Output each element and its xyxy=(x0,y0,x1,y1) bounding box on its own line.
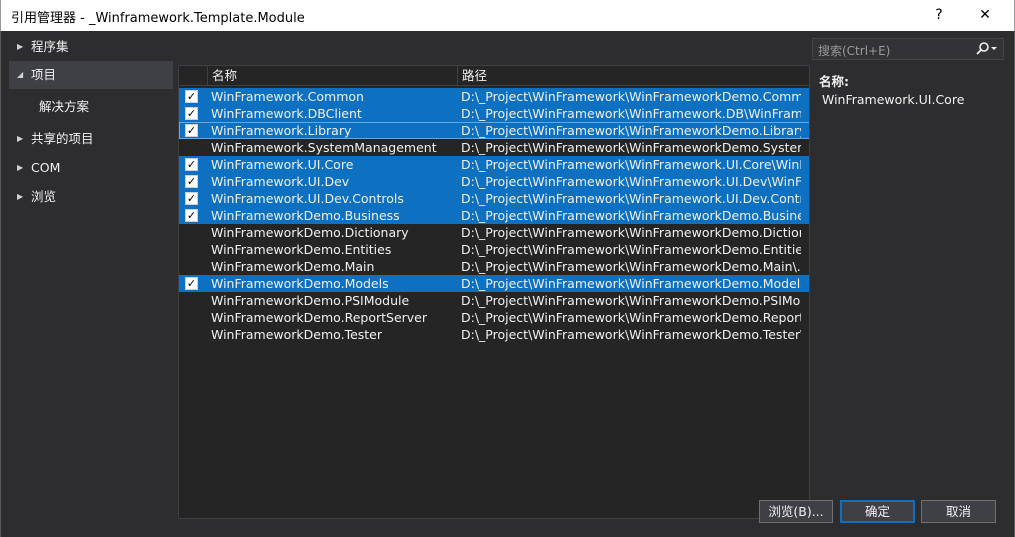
title-bar: 引用管理器 - _Winframework.Template.Module ? … xyxy=(0,0,1015,31)
project-name: WinFrameworkDemo.Models xyxy=(211,276,389,291)
list-row[interactable]: WinFrameworkDemo.Entities D:\_Project\Win… xyxy=(179,241,809,258)
nav-item-label: 程序集 xyxy=(31,39,69,54)
ok-button[interactable]: 确定 xyxy=(840,500,915,523)
detail-value: WinFramework.UI.Core xyxy=(822,92,965,107)
list-header: 名称 路径 xyxy=(179,66,809,86)
nav-item-projects[interactable]: ◢ 项目 xyxy=(9,61,173,89)
checkbox[interactable]: ✓ xyxy=(185,107,198,120)
list-row[interactable]: WinFramework.SystemManagement D:\_Project… xyxy=(179,139,809,156)
list-row[interactable]: ✓ WinFramework.UI.Core D:\_Project\WinFram… xyxy=(179,156,809,173)
list-row[interactable]: ✓ WinFramework.Common D:\_Project\WinFrame… xyxy=(179,88,809,105)
checkbox[interactable]: ✓ xyxy=(185,158,198,171)
list-row[interactable]: ✓ WinFramework.UI.Dev D:\_Project\WinFrame… xyxy=(179,173,809,190)
search-icon[interactable] xyxy=(974,40,998,58)
project-name: WinFramework.Library xyxy=(211,123,352,138)
project-path: D:\_Project\WinFramework\WinFrameworkDem… xyxy=(461,140,801,155)
search-box[interactable]: 搜索(Ctrl+E) xyxy=(812,38,1004,60)
nav-item-shared-projects[interactable]: ▶ 共享的项目 xyxy=(9,125,173,153)
project-name: WinFrameworkDemo.Dictionary xyxy=(211,225,409,240)
checkbox[interactable]: ✓ xyxy=(185,209,198,222)
project-name: WinFramework.UI.Dev.Controls xyxy=(211,191,404,206)
project-name: WinFrameworkDemo.Entities xyxy=(211,242,392,257)
project-path: D:\_Project\WinFramework\WinFramework.UI… xyxy=(461,191,801,206)
project-name: WinFramework.Common xyxy=(211,89,364,104)
help-button[interactable]: ? xyxy=(919,0,959,31)
list-row[interactable]: WinFrameworkDemo.ReportServer D:\_Project… xyxy=(179,309,809,326)
project-name: WinFrameworkDemo.Tester xyxy=(211,327,383,342)
project-path: D:\_Project\WinFramework\WinFramework.UI… xyxy=(461,157,801,172)
project-name: WinFramework.UI.Dev xyxy=(211,174,350,189)
expand-arrow-icon[interactable]: ▶ xyxy=(17,154,23,182)
detail-label: 名称: xyxy=(819,74,849,89)
project-path: D:\_Project\WinFramework\WinFramework.DB… xyxy=(461,106,801,121)
checkbox[interactable]: ✓ xyxy=(185,192,198,205)
nav-item-label: COM xyxy=(31,160,61,175)
project-path: D:\_Project\WinFramework\WinFrameworkDem… xyxy=(461,89,801,104)
project-path: D:\_Project\WinFramework\WinFrameworkDem… xyxy=(461,242,801,257)
project-name: WinFrameworkDemo.ReportServer xyxy=(211,310,427,325)
project-list[interactable]: 名称 路径 ✓ WinFramework.Common D:\_Project\Wi… xyxy=(178,65,810,519)
column-header-name[interactable]: 名称 xyxy=(207,66,457,86)
project-path: D:\_Project\WinFramework\WinFrameworkDem… xyxy=(461,327,801,342)
list-row[interactable]: ✓ WinFrameworkDemo.Models D:\_Project\WinF… xyxy=(179,275,809,292)
checkbox[interactable]: ✓ xyxy=(185,90,198,103)
list-row[interactable]: ✓ WinFramework.UI.Dev.Controls D:\_Project… xyxy=(179,190,809,207)
project-path: D:\_Project\WinFramework\WinFramework.UI… xyxy=(461,174,801,189)
cancel-button[interactable]: 取消 xyxy=(921,500,996,523)
project-path: D:\_Project\WinFramework\WinFrameworkDem… xyxy=(461,293,801,308)
project-name: WinFrameworkDemo.Business xyxy=(211,208,400,223)
project-path: D:\_Project\WinFramework\WinFrameworkDem… xyxy=(461,259,801,274)
project-path: D:\_Project\WinFramework\WinFrameworkDem… xyxy=(461,310,801,325)
nav-item-solution[interactable]: 解决方案 xyxy=(9,93,173,121)
collapse-arrow-icon[interactable]: ◢ xyxy=(17,61,23,89)
detail-panel: 名称: WinFramework.UI.Core xyxy=(819,71,1009,107)
project-name: WinFrameworkDemo.PSIModule xyxy=(211,293,410,308)
window-title: 引用管理器 - _Winframework.Template.Module xyxy=(11,11,305,26)
project-name: WinFramework.UI.Core xyxy=(211,157,354,172)
nav-item-browse[interactable]: ▶ 浏览 xyxy=(9,183,173,211)
project-name: WinFramework.DBClient xyxy=(211,106,362,121)
project-path: D:\_Project\WinFramework\WinFrameworkDem… xyxy=(461,208,801,223)
list-row[interactable]: WinFrameworkDemo.Main D:\_Project\WinFram… xyxy=(179,258,809,275)
list-row[interactable]: WinFrameworkDemo.Dictionary D:\_Project\W… xyxy=(179,224,809,241)
project-path: D:\_Project\WinFramework\WinFrameworkDem… xyxy=(461,276,801,291)
left-nav: ▶ 程序集 ◢ 项目 解决方案 ▶ 共享的项目 ▶ COM ▶ 浏览 xyxy=(9,31,177,491)
nav-item-label: 共享的项目 xyxy=(31,131,94,146)
search-input[interactable]: 搜索(Ctrl+E) xyxy=(818,42,890,59)
expand-arrow-icon[interactable]: ▶ xyxy=(17,183,23,211)
checkbox[interactable]: ✓ xyxy=(185,277,198,290)
expand-arrow-icon[interactable]: ▶ xyxy=(17,125,23,153)
nav-item-label: 解决方案 xyxy=(39,99,90,114)
list-row[interactable]: ✓ WinFramework.DBClient D:\_Project\WinFra… xyxy=(179,105,809,122)
nav-item-label: 浏览 xyxy=(31,189,57,204)
dialog-body: ▶ 程序集 ◢ 项目 解决方案 ▶ 共享的项目 ▶ COM ▶ 浏览 名称 路径… xyxy=(0,31,1015,537)
browse-button[interactable]: 浏览(B)... xyxy=(759,500,833,523)
list-row[interactable]: WinFrameworkDemo.PSIModule D:\_Project\Wi… xyxy=(179,292,809,309)
close-button[interactable]: ✕ xyxy=(965,0,1005,31)
nav-item-assemblies[interactable]: ▶ 程序集 xyxy=(9,33,173,61)
list-row[interactable]: WinFrameworkDemo.Tester D:\_Project\WinFr… xyxy=(179,326,809,343)
nav-item-com[interactable]: ▶ COM xyxy=(9,154,173,182)
project-name: WinFrameworkDemo.Main xyxy=(211,259,375,274)
column-header-path[interactable]: 路径 xyxy=(457,66,807,86)
expand-arrow-icon[interactable]: ▶ xyxy=(17,33,23,61)
nav-item-label: 项目 xyxy=(31,67,57,82)
project-path: D:\_Project\WinFramework\WinFrameworkDem… xyxy=(461,225,801,240)
list-row[interactable]: ✓ WinFrameworkDemo.Business D:\_Project\Wi… xyxy=(179,207,809,224)
checkbox[interactable]: ✓ xyxy=(185,175,198,188)
project-path: D:\_Project\WinFramework\WinFrameworkDem… xyxy=(461,123,801,138)
project-name: WinFramework.SystemManagement xyxy=(211,140,437,155)
list-row[interactable]: ✓ WinFramework.Library D:\_Project\WinFram… xyxy=(179,122,809,139)
checkbox[interactable]: ✓ xyxy=(185,124,198,137)
